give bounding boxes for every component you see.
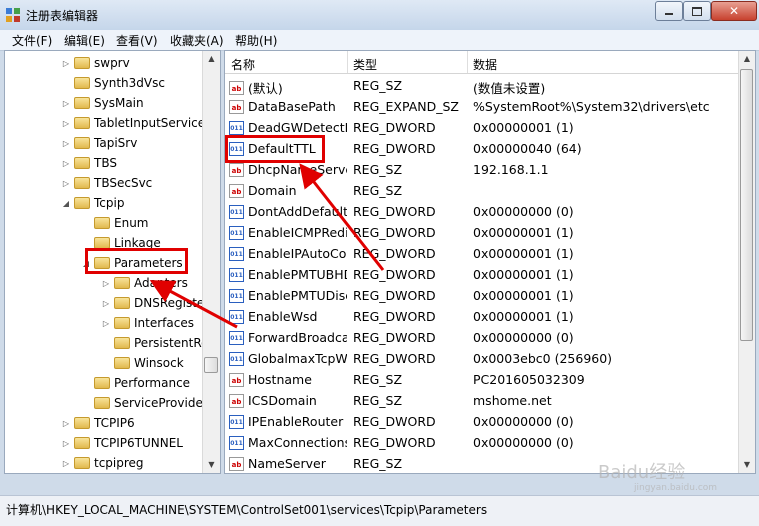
arrow-to-parameters — [149, 280, 238, 329]
annotation-arrows — [149, 163, 385, 329]
arrow-to-defaultttl — [299, 163, 385, 271]
